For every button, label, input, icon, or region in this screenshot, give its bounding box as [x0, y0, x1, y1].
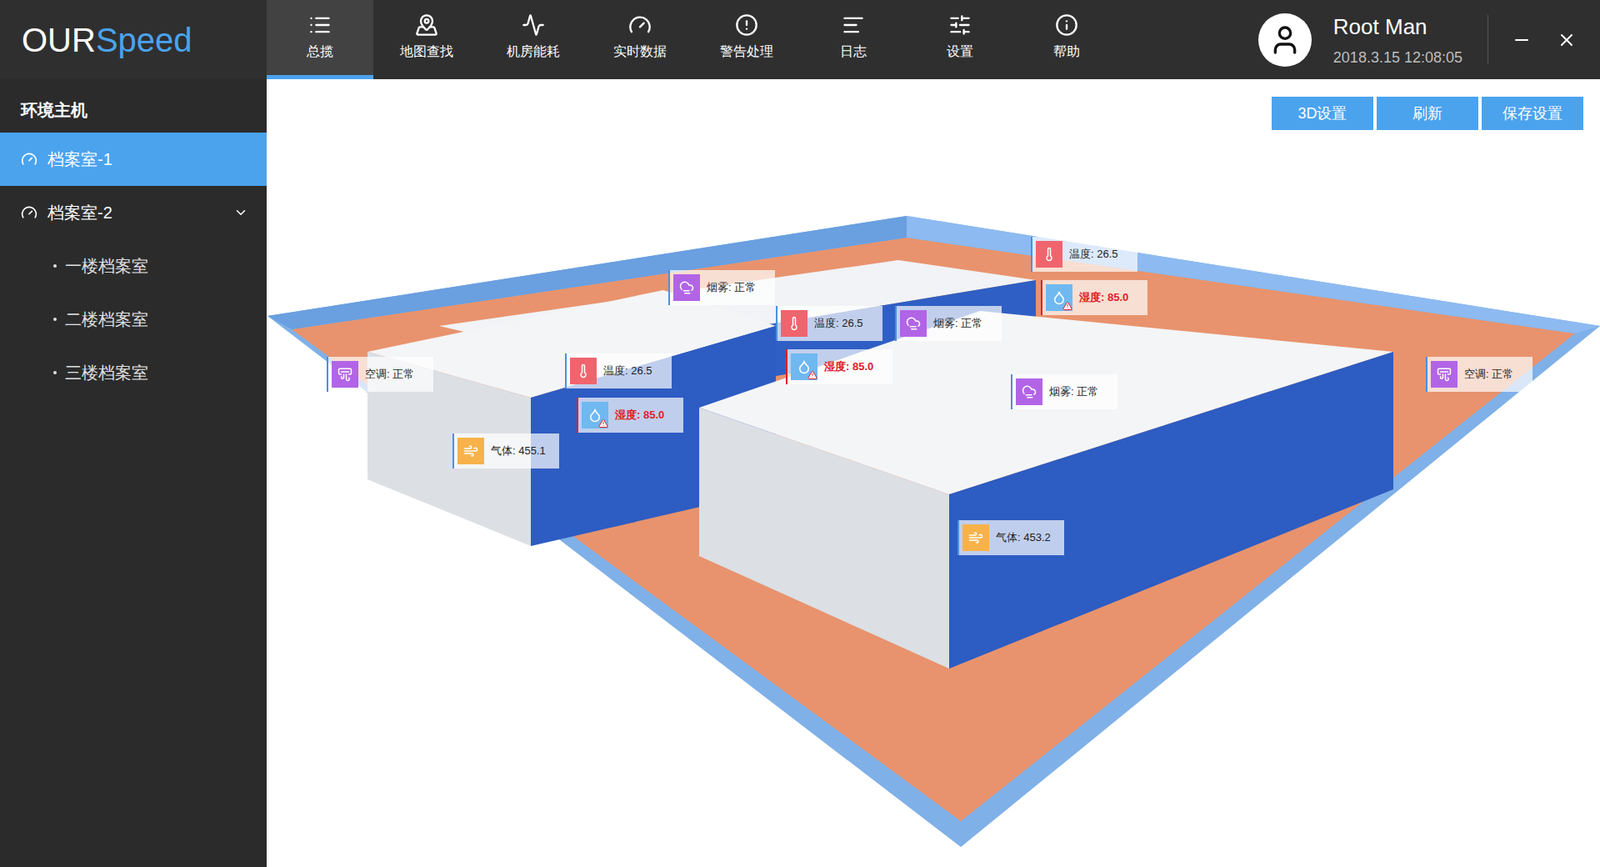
sensor-label[interactable]: 温度: 26.5 [565, 353, 672, 389]
sidebar-item[interactable]: 档案室-1 [0, 132, 267, 186]
aircon-icon [331, 360, 359, 388]
top-bar: OURSpeed总揽地图查找机房能耗实时数据警告处理日志设置帮助 Root Man… [0, 0, 1600, 80]
nav-tab[interactable]: 机房能耗 [480, 0, 587, 80]
temperature-icon [780, 310, 808, 337]
warning-icon [1062, 300, 1073, 311]
gauge-icon [20, 204, 38, 221]
gauge-icon [628, 13, 652, 37]
aircon-icon [1430, 360, 1458, 388]
humidity-icon [790, 353, 818, 380]
smoke-icon [673, 274, 700, 301]
sidebar-subitem[interactable]: 一楼档案室 [0, 239, 267, 293]
room-3d-view [266, 79, 1600, 867]
avatar-icon [1258, 13, 1312, 67]
sliders-icon [948, 13, 972, 37]
warning-icon [807, 370, 818, 380]
main-nav: 总揽地图查找机房能耗实时数据警告处理日志设置帮助 [266, 0, 1120, 80]
sensor-text: 烟雾: 正常 [1049, 383, 1099, 400]
gas-icon [962, 524, 990, 551]
sensor-text: 湿度: 85.0 [824, 358, 874, 375]
sidebar-item[interactable]: 档案室-2 [0, 185, 267, 240]
log-icon [841, 13, 865, 37]
toolbar-button[interactable]: 保存设置 [1481, 96, 1584, 130]
toolbar: 3D设置刷新保存设置 [1271, 96, 1584, 130]
sensor-text: 湿度: 85.0 [1079, 289, 1129, 306]
sensor-label[interactable]: 温度: 26.5 [1030, 236, 1138, 272]
toolbar-button[interactable]: 刷新 [1376, 96, 1479, 130]
close-icon[interactable] [1556, 30, 1577, 50]
sensor-label[interactable]: 空调: 正常 [326, 356, 434, 392]
temperature-icon [1035, 240, 1063, 268]
sensor-label[interactable]: 空调: 正常 [1425, 356, 1533, 392]
info-icon [1055, 13, 1079, 37]
user-info[interactable]: Root Man2018.3.15 12:08:05 [1258, 0, 1488, 80]
nav-tab[interactable]: 实时数据 [586, 0, 694, 80]
sensor-text: 空调: 正常 [1464, 365, 1514, 383]
sensor-label[interactable]: 烟雾: 正常 [668, 270, 775, 305]
logo: OURSpeed [0, 0, 267, 80]
sensor-label[interactable]: 烟雾: 正常 [895, 305, 1002, 341]
sensor-text: 温度: 26.5 [1069, 245, 1119, 263]
sensor-text: 温度: 26.5 [603, 362, 653, 380]
nav-tab[interactable]: 警告处理 [693, 0, 800, 80]
sensor-label[interactable]: 烟雾: 正常 [1010, 374, 1118, 410]
list-icon [308, 13, 332, 37]
gauge-icon [20, 150, 38, 168]
nav-tab[interactable]: 总揽 [266, 0, 374, 80]
sensor-text: 空调: 正常 [365, 365, 415, 383]
humidity-icon [1045, 284, 1073, 311]
map-icon [415, 13, 439, 37]
scene-panel: 烟雾: 正常温度: 26.5湿度: 85.0温度: 26.5烟雾: 正常湿度: … [266, 79, 1600, 867]
sensor-text: 气体: 453.2 [995, 529, 1051, 546]
sensor-label[interactable]: 湿度: 85.0 [785, 349, 893, 385]
sensor-text: 气体: 455.1 [490, 442, 546, 460]
sensor-text: 温度: 26.5 [814, 315, 864, 332]
sensor-label[interactable]: 气体: 455.1 [452, 433, 560, 469]
sensor-label[interactable]: 湿度: 85.0 [576, 397, 684, 433]
nav-tab[interactable]: 日志 [800, 0, 907, 80]
temperature-icon [570, 357, 597, 385]
humidity-icon [581, 401, 609, 429]
alert-icon [735, 13, 759, 37]
nav-tab[interactable]: 地图查找 [373, 0, 480, 80]
minimize-icon[interactable] [1511, 30, 1532, 50]
nav-tab[interactable]: 帮助 [1013, 0, 1120, 80]
sidebar-subitem[interactable]: 二楼档案室 [0, 292, 267, 346]
toolbar-button[interactable]: 3D设置 [1271, 96, 1374, 130]
chevron-icon [233, 205, 249, 220]
gas-icon [457, 437, 485, 465]
nav-tab[interactable]: 设置 [906, 0, 1014, 80]
sensor-text: 烟雾: 正常 [706, 279, 756, 296]
warning-icon [598, 418, 609, 429]
sensor-label[interactable]: 气体: 453.2 [957, 520, 1065, 555]
app-window: OURSpeed总揽地图查找机房能耗实时数据警告处理日志设置帮助 Root Man… [0, 0, 1600, 867]
sensor-label[interactable]: 温度: 26.5 [775, 305, 883, 341]
sensor-label[interactable]: 湿度: 85.0 [1040, 280, 1148, 315]
smoke-icon [900, 310, 927, 337]
sensor-text: 湿度: 85.0 [615, 406, 665, 424]
sidebar-title: 环境主机 [0, 79, 267, 133]
sidebar: 环境主机档案室-1档案室-2一楼档案室二楼档案室三楼档案室 [0, 79, 267, 867]
smoke-icon [1015, 378, 1043, 405]
sensor-text: 烟雾: 正常 [933, 315, 983, 332]
sidebar-subitem[interactable]: 三楼档案室 [0, 345, 267, 400]
activity-icon [521, 13, 545, 37]
